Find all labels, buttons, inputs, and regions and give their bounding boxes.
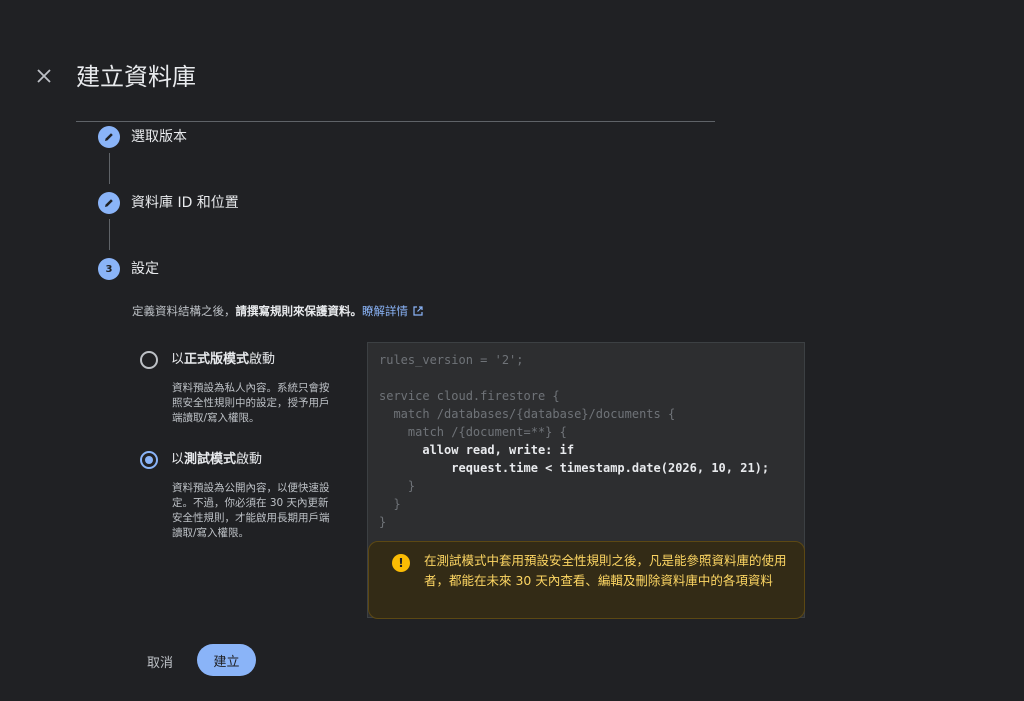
cancel-button[interactable]: 取消 xyxy=(136,645,184,677)
label-prefix: 以 xyxy=(171,352,185,367)
production-mode-description: 資料預設為私人內容。系統只會按照安全性規則中的設定，授予用戶端讀取/寫入權限。 xyxy=(172,382,330,424)
label-prefix: 以 xyxy=(171,452,185,467)
label-suffix: 啟動 xyxy=(249,352,276,367)
code-line-highlighted: allow read, write: if xyxy=(379,443,575,457)
step-3-indicator: 3 xyxy=(98,258,120,280)
pencil-icon xyxy=(105,133,113,141)
learn-more-link[interactable]: 瞭解詳情 xyxy=(362,304,424,318)
code-line: match /databases/{database}/documents { xyxy=(379,407,676,421)
step-1-label[interactable]: 選取版本 xyxy=(131,127,187,147)
production-mode-label[interactable]: 以正式版模式啟動 xyxy=(171,350,275,370)
warning-text: 在測試模式中套用預設安全性規則之後，凡是能參照資料庫的使用者，都能在未來 30 … xyxy=(424,553,787,588)
label-bold: 正式版模式 xyxy=(184,352,250,367)
code-line: match /{document=**} { xyxy=(379,425,567,439)
description-emphasis: 請撰寫規則來保護資料。 xyxy=(235,304,363,318)
step-3-label: 設定 xyxy=(131,261,159,277)
code-line: service cloud.firestore { xyxy=(379,389,560,403)
pencil-icon xyxy=(105,199,113,207)
label-bold: 測試模式 xyxy=(184,452,237,467)
code-line: } xyxy=(379,515,387,529)
step-connector xyxy=(109,219,110,250)
production-mode-radio[interactable] xyxy=(140,351,158,369)
test-mode-warning: ! 在測試模式中套用預設安全性規則之後，凡是能參照資料庫的使用者，都能在未來 3… xyxy=(368,541,805,619)
code-line: rules_version = '2'; xyxy=(379,353,524,367)
close-button[interactable] xyxy=(34,66,54,86)
page-title: 建立資料庫 xyxy=(76,63,196,91)
test-mode-label[interactable]: 以測試模式啟動 xyxy=(171,450,262,470)
create-button[interactable]: 建立 xyxy=(197,644,256,676)
step-connector xyxy=(109,153,110,184)
description-text: 定義資料結構之後， xyxy=(132,304,236,318)
label-suffix: 啟動 xyxy=(236,452,263,467)
step-1-indicator xyxy=(98,126,120,148)
header-divider xyxy=(76,121,715,122)
learn-more-label: 瞭解詳情 xyxy=(362,304,408,318)
external-link-icon xyxy=(413,306,423,316)
test-mode-description: 資料預設為公開內容，以便快速設定。不過，你必須在 30 天內更新安全性規則，才能… xyxy=(172,482,330,539)
code-line-highlighted: request.time < timestamp.date(2026, 10, … xyxy=(379,461,770,475)
test-mode-radio[interactable] xyxy=(140,451,158,469)
step-2-label[interactable]: 資料庫 ID 和位置 xyxy=(131,193,239,213)
step-2-indicator xyxy=(98,192,120,214)
code-line: } xyxy=(379,479,416,493)
code-line: } xyxy=(379,497,401,511)
warning-icon: ! xyxy=(392,554,410,572)
rules-description: 定義資料結構之後，請撰寫規則來保護資料。瞭解詳情 xyxy=(132,302,424,320)
close-icon xyxy=(37,69,51,83)
